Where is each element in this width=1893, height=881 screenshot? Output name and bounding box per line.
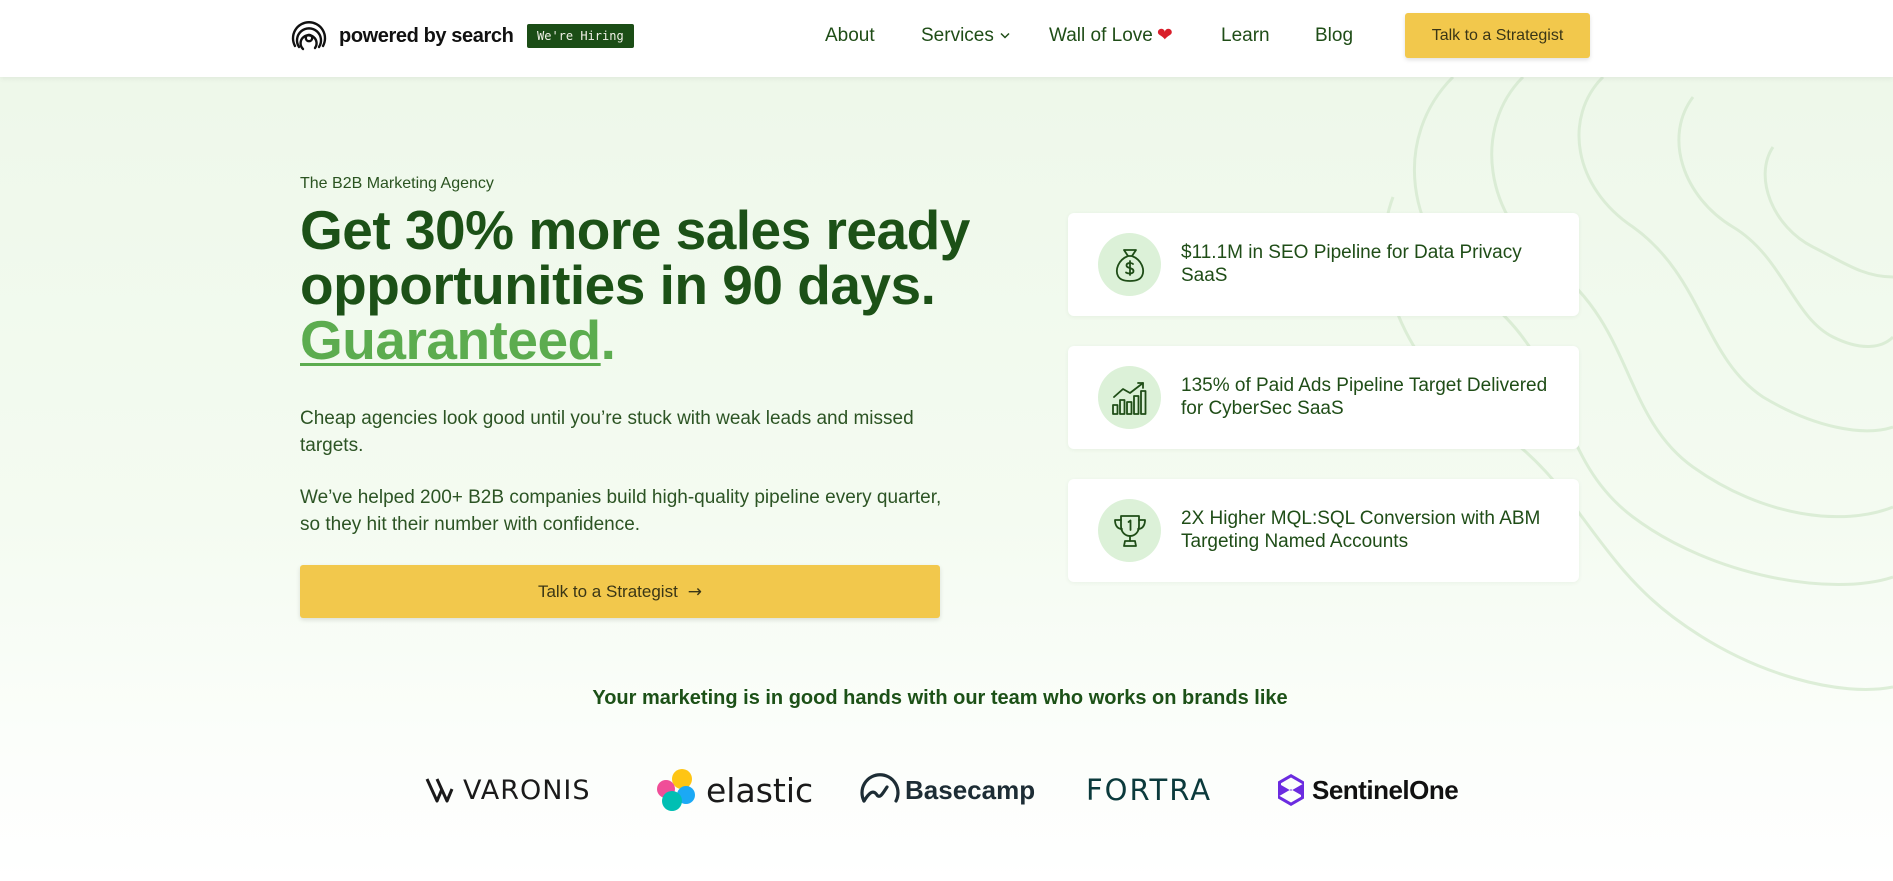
hero-headline: Get 30% more sales ready opportunities i…: [300, 203, 980, 368]
arrow-right-icon: →: [687, 582, 703, 602]
result-card-text: 2X Higher MQL:SQL Conversion with ABM Ta…: [1181, 508, 1541, 552]
brand-name: VARONIS: [463, 774, 591, 806]
trophy-icon: [1098, 499, 1161, 562]
hero-paragraph-1: Cheap agencies look good until you’re st…: [300, 408, 914, 456]
headline-period: .: [600, 309, 616, 371]
talk-to-strategist-hero-button[interactable]: Talk to a Strategist →: [300, 565, 940, 618]
logo-text: powered by search: [339, 24, 514, 47]
brand-name: FORTRA: [1086, 773, 1213, 807]
site-header: powered by search We're Hiring About Ser…: [0, 0, 1893, 77]
basecamp-mark-icon: [860, 773, 900, 803]
headline-main-text: Get 30% more sales ready opportunities i…: [300, 199, 970, 316]
brands-title: Your marketing is in good hands with our…: [592, 687, 1288, 709]
chevron-down-icon: [1000, 33, 1010, 40]
elastic-mark-icon: [657, 769, 695, 811]
money-bag-icon: [1098, 233, 1161, 296]
result-card-abm: 2X Higher MQL:SQL Conversion with ABM Ta…: [1068, 479, 1579, 582]
fingerprint-logo-icon: [291, 21, 327, 51]
nav-about[interactable]: About: [825, 24, 875, 48]
brand-logo-varonis: VARONIS: [425, 765, 591, 815]
nav-learn[interactable]: Learn: [1221, 24, 1270, 48]
nav-services-label: Services: [921, 25, 994, 46]
sentinelone-mark-icon: [1278, 774, 1304, 806]
nav-blog[interactable]: Blog: [1315, 24, 1353, 48]
brand-logo-basecamp: Basecamp: [859, 765, 1035, 815]
brand-logo-fortra: FORTRA: [1086, 765, 1212, 815]
nav-learn-label: Learn: [1221, 25, 1270, 46]
varonis-mark-icon: [425, 778, 454, 803]
hiring-badge[interactable]: We're Hiring: [527, 24, 634, 48]
heart-icon: ❤: [1156, 25, 1173, 46]
headline-guaranteed: Guaranteed: [300, 309, 601, 371]
nav-blog-label: Blog: [1315, 25, 1354, 46]
talk-to-strategist-header-button[interactable]: Talk to a Strategist: [1405, 13, 1590, 58]
brand-name: elastic: [706, 770, 814, 810]
brand-name: Basecamp: [905, 774, 1036, 805]
brand-logo-sentinelone: SentinelOne: [1276, 765, 1459, 815]
nav-services[interactable]: Services: [921, 24, 1010, 48]
result-card-text: 135% of Paid Ads Pipeline Target Deliver…: [1181, 375, 1548, 419]
result-card-text: $11.1M in SEO Pipeline for Data Privacy …: [1181, 242, 1522, 286]
result-card-seo: $11.1M in SEO Pipeline for Data Privacy …: [1068, 213, 1579, 316]
logo[interactable]: powered by search: [289, 16, 514, 56]
hero-eyebrow: The B2B Marketing Agency: [300, 175, 494, 192]
hero-paragraph-2: We’ve helped 200+ B2B companies build hi…: [300, 487, 942, 535]
result-card-paid-ads: 135% of Paid Ads Pipeline Target Deliver…: [1068, 346, 1579, 449]
hero-section: The B2B Marketing Agency Get 30% more sa…: [0, 77, 1893, 881]
brand-logo-elastic: elastic: [654, 765, 813, 815]
hero-cta-label: Talk to a Strategist: [537, 582, 678, 601]
nav-about-label: About: [825, 25, 875, 46]
brand-name: SentinelOne: [1312, 774, 1459, 805]
nav-wall-of-love[interactable]: Wall of Love ❤: [1049, 24, 1173, 48]
nav-wall-of-love-label: Wall of Love: [1049, 25, 1153, 46]
growth-chart-icon: [1098, 366, 1161, 429]
